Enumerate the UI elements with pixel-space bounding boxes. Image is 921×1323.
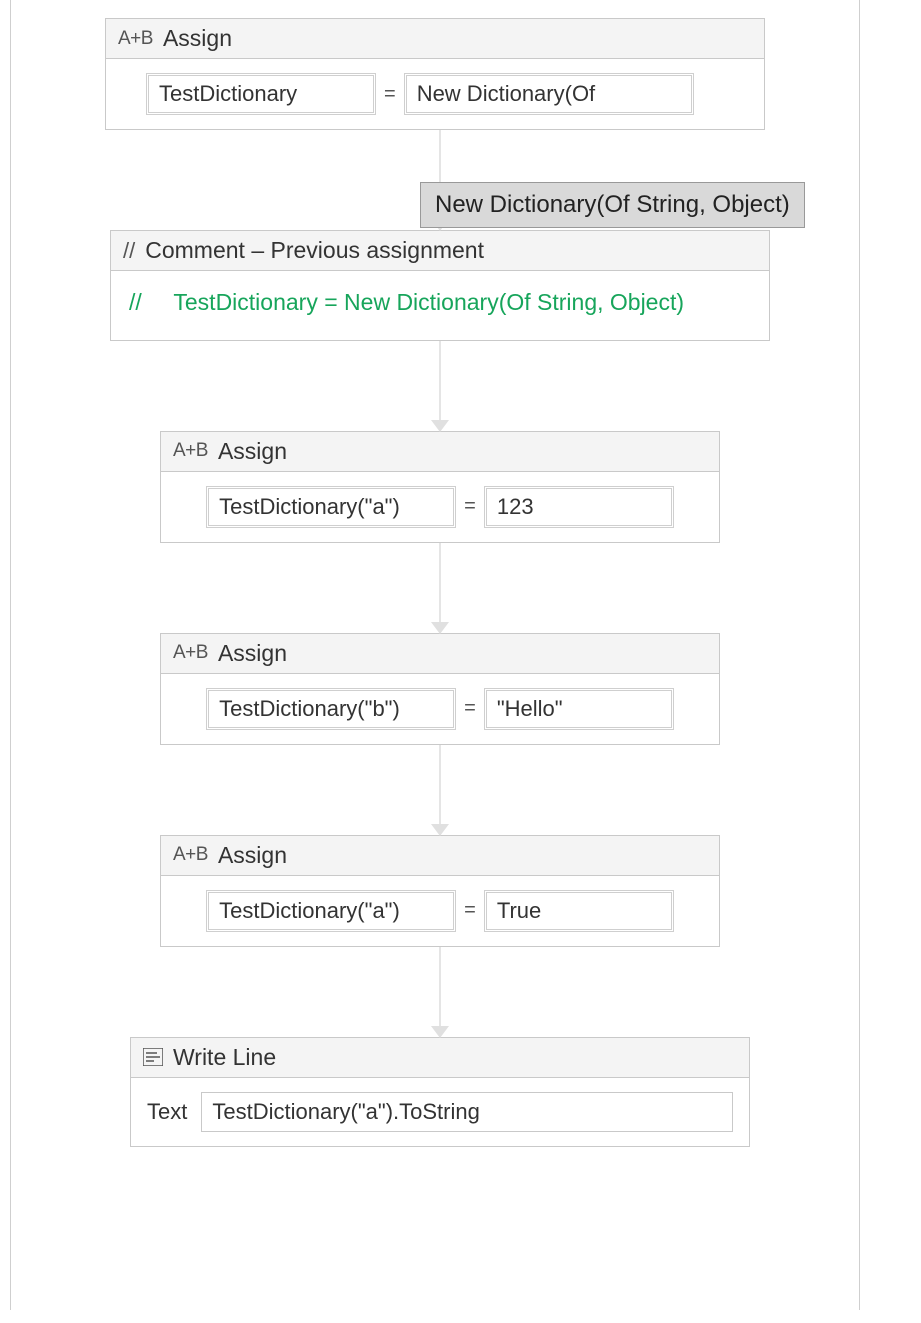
activity-body: TestDictionary("a") = 123 bbox=[161, 472, 719, 542]
assign-icon: A+B bbox=[173, 844, 208, 866]
equals-label: = bbox=[462, 495, 478, 518]
activity-title: Assign bbox=[218, 438, 287, 465]
assign-value-input[interactable]: New Dictionary(Of bbox=[404, 73, 694, 115]
assign-activity-2[interactable]: A+B Assign TestDictionary("a") = 123 bbox=[160, 431, 720, 543]
connector bbox=[439, 947, 441, 1037]
activity-body: TestDictionary = New Dictionary(Of bbox=[106, 59, 764, 129]
assign-to-input[interactable]: TestDictionary("a") bbox=[206, 486, 456, 528]
activity-header: A+B Assign bbox=[106, 19, 764, 59]
expression-tooltip: New Dictionary(Of String, Object) bbox=[420, 182, 805, 228]
assign-to-input[interactable]: TestDictionary("a") bbox=[206, 890, 456, 932]
assign-activity-1[interactable]: A+B Assign TestDictionary = New Dictiona… bbox=[105, 18, 765, 130]
assign-value-input[interactable]: "Hello" bbox=[484, 688, 674, 730]
arrowhead-icon bbox=[431, 622, 449, 634]
connector bbox=[439, 341, 441, 431]
assign-value-input[interactable]: 123 bbox=[484, 486, 674, 528]
writeline-text-input[interactable]: TestDictionary("a").ToString bbox=[201, 1092, 733, 1132]
comment-text: TestDictionary = New Dictionary(Of Strin… bbox=[173, 285, 745, 320]
activity-title: Assign bbox=[218, 842, 287, 869]
activity-header: Write Line bbox=[131, 1038, 749, 1078]
assign-icon: A+B bbox=[118, 28, 153, 50]
equals-label: = bbox=[382, 83, 398, 106]
assign-icon: A+B bbox=[173, 642, 208, 664]
connector bbox=[439, 745, 441, 835]
writeline-icon bbox=[143, 1048, 163, 1066]
arrowhead-icon bbox=[431, 1026, 449, 1038]
assign-value-input[interactable]: True bbox=[484, 890, 674, 932]
flow-column: A+B Assign TestDictionary = New Dictiona… bbox=[10, 10, 870, 1147]
activity-body: TestDictionary("a") = True bbox=[161, 876, 719, 946]
comment-activity[interactable]: // Comment – Previous assignment // Test… bbox=[110, 230, 770, 341]
writeline-activity[interactable]: Write Line Text TestDictionary("a").ToSt… bbox=[130, 1037, 750, 1147]
assign-activity-3[interactable]: A+B Assign TestDictionary("b") = "Hello" bbox=[160, 633, 720, 745]
comment-body: // TestDictionary = New Dictionary(Of St… bbox=[111, 271, 769, 340]
activity-header: A+B Assign bbox=[161, 634, 719, 674]
arrowhead-icon bbox=[431, 420, 449, 432]
activity-body: Text TestDictionary("a").ToString bbox=[131, 1078, 749, 1146]
assign-icon: A+B bbox=[173, 440, 208, 462]
activity-header: A+B Assign bbox=[161, 432, 719, 472]
comment-icon: // bbox=[123, 238, 135, 264]
activity-title: Assign bbox=[218, 640, 287, 667]
equals-label: = bbox=[462, 697, 478, 720]
assign-to-input[interactable]: TestDictionary("b") bbox=[206, 688, 456, 730]
connector bbox=[439, 543, 441, 633]
activity-title: Comment – Previous assignment bbox=[145, 237, 484, 264]
assign-activity-4[interactable]: A+B Assign TestDictionary("a") = True bbox=[160, 835, 720, 947]
activity-header: // Comment – Previous assignment bbox=[111, 231, 769, 271]
assign-to-input[interactable]: TestDictionary bbox=[146, 73, 376, 115]
activity-body: TestDictionary("b") = "Hello" bbox=[161, 674, 719, 744]
activity-title: Write Line bbox=[173, 1044, 276, 1071]
activity-header: A+B Assign bbox=[161, 836, 719, 876]
comment-slashes: // bbox=[129, 285, 167, 320]
text-property-label: Text bbox=[147, 1099, 187, 1125]
activity-title: Assign bbox=[163, 25, 232, 52]
arrowhead-icon bbox=[431, 824, 449, 836]
workflow-canvas: A+B Assign TestDictionary = New Dictiona… bbox=[0, 0, 921, 1323]
equals-label: = bbox=[462, 899, 478, 922]
